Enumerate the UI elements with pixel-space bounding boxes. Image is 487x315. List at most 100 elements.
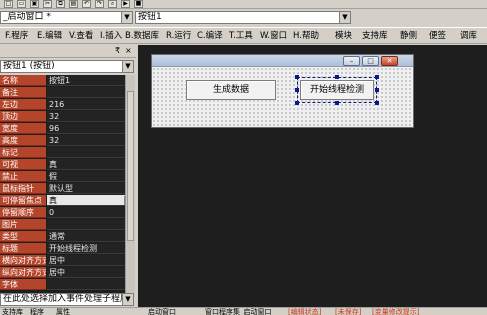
event-combo[interactable]: 在此处选择加入事件处理子程序 ▼ (0, 293, 134, 306)
menu-item[interactable]: 便签 (429, 31, 446, 41)
property-row[interactable]: 图片 (0, 219, 134, 230)
find-icon[interactable]: ⌕ (108, 0, 117, 8)
save-icon[interactable]: ▣ (30, 0, 39, 8)
close-icon[interactable]: × (125, 46, 132, 55)
pin-icon[interactable]: ₹ (115, 46, 120, 55)
property-key: 标题 (0, 243, 46, 254)
resize-handle[interactable] (295, 88, 299, 92)
menu-item[interactable]: 静侧 (400, 31, 417, 41)
resize-handle[interactable] (375, 75, 379, 79)
resize-handle[interactable] (375, 101, 379, 105)
property-value[interactable]: 默认型 (47, 183, 134, 194)
property-row[interactable]: 标记 (0, 147, 134, 158)
open-icon[interactable]: ▭ (17, 0, 26, 8)
property-row[interactable]: 高度 32 (0, 135, 134, 146)
stop-icon[interactable]: ■ (134, 0, 143, 8)
bottom-tab[interactable]: [编辑状态] (288, 308, 321, 315)
copy-icon[interactable]: ⧉ (56, 0, 65, 8)
property-row[interactable]: 横向对齐方式 居中 (0, 255, 134, 266)
control-combo[interactable]: 按钮1 ▼ (135, 11, 351, 24)
menu-item[interactable]: I.插入 (100, 31, 122, 41)
resize-handle[interactable] (295, 75, 299, 79)
property-row[interactable]: 标题 开始线程检测 (0, 243, 134, 254)
property-key: 宽度 (0, 123, 46, 134)
selection-box (297, 77, 377, 103)
resize-handle[interactable] (335, 101, 339, 105)
menu-item[interactable]: R.运行 (166, 31, 191, 41)
property-row[interactable]: 禁止假 (0, 171, 134, 182)
scrollbar-thumb[interactable] (127, 91, 134, 241)
property-value[interactable] (47, 147, 134, 158)
menu-item[interactable]: H.帮助 (293, 31, 319, 41)
property-row[interactable]: 左边 216 (0, 99, 134, 110)
property-row[interactable]: 可视真 (0, 159, 134, 170)
property-value[interactable]: 假 (47, 171, 134, 182)
property-value[interactable]: 居中 (47, 267, 134, 278)
chevron-down-icon[interactable]: ▼ (122, 294, 133, 305)
property-row[interactable]: 纵向对齐方式 居中 (0, 267, 134, 278)
new-icon[interactable]: □ (4, 0, 13, 8)
property-row[interactable]: 字体 (0, 279, 134, 290)
menu-item[interactable]: W.窗口 (260, 31, 287, 41)
property-row[interactable]: 备注 (0, 87, 134, 98)
property-row[interactable]: 鼠标指针 默认型 (0, 183, 134, 194)
menu-item[interactable]: B.数据库 (125, 31, 159, 41)
menu-item[interactable]: V.查看 (69, 31, 93, 41)
resize-handle[interactable] (295, 101, 299, 105)
resize-handle[interactable] (335, 75, 339, 79)
property-value[interactable]: 居中 (47, 255, 134, 266)
property-value[interactable] (47, 219, 134, 230)
close-icon[interactable]: ✕ (381, 56, 398, 66)
resize-handle[interactable] (375, 88, 379, 92)
property-value[interactable]: 真▼ (47, 195, 134, 206)
minimize-icon[interactable]: – (343, 56, 360, 66)
window-combo[interactable]: _启动窗口 * ▼ (0, 11, 133, 24)
property-value[interactable]: 216 (47, 99, 134, 110)
menu-item[interactable]: E.编辑 (37, 31, 62, 41)
property-row[interactable]: 可停留焦点真▼ (0, 195, 134, 206)
property-panel: ₹ × 按钮1 (按钮) ▼ 名称 按钮1 备注 左边 216 顶边 32 宽度 96 高度 32 标… (0, 45, 136, 307)
generate-data-button[interactable]: 生成数据 (186, 80, 276, 100)
maximize-icon[interactable]: □ (362, 56, 379, 66)
bottom-tab[interactable]: 启动窗口 (148, 308, 176, 315)
undo-icon[interactable]: ↶ (82, 0, 91, 8)
menu-item[interactable]: 调库 (460, 31, 477, 41)
property-row[interactable]: 顶边 32 (0, 111, 134, 122)
menu-item[interactable]: 模块 (335, 31, 352, 41)
bottom-tab[interactable]: 窗口程序集_启动窗口 (205, 308, 272, 315)
redo-icon[interactable]: ↷ (95, 0, 104, 8)
form-window[interactable]: – □ ✕ 生成数据 开始线程检测 (151, 54, 414, 128)
property-value[interactable] (47, 87, 134, 98)
property-value[interactable]: 通常 (47, 231, 134, 242)
paste-icon[interactable]: ▤ (69, 0, 78, 8)
bottom-tab[interactable]: 程序 (30, 308, 44, 315)
menu-item[interactable]: T.工具 (229, 31, 253, 41)
property-value[interactable]: 0 (47, 207, 134, 218)
property-value[interactable]: 开始线程检测 (47, 243, 134, 254)
menu-item[interactable]: C.编译 (197, 31, 223, 41)
form-canvas[interactable]: 生成数据 开始线程检测 (152, 67, 413, 127)
property-value[interactable]: 32 (47, 111, 134, 122)
property-value[interactable] (47, 279, 134, 290)
chevron-down-icon[interactable]: ▼ (121, 12, 132, 23)
run-icon[interactable]: ▶ (121, 0, 130, 8)
property-row[interactable]: 类型 通常 (0, 231, 134, 242)
object-combo[interactable]: 按钮1 (按钮) ▼ (0, 60, 134, 73)
menu-item[interactable]: F.程序 (5, 31, 28, 41)
menu-item[interactable]: 支持库 (362, 31, 388, 41)
property-value[interactable]: 真 (47, 159, 134, 170)
bottom-tab[interactable]: [未保存] (335, 308, 361, 315)
bottom-tab[interactable]: 支持库 (2, 308, 23, 315)
property-value[interactable]: 按钮1 (47, 75, 134, 86)
chevron-down-icon[interactable]: ▼ (339, 12, 350, 23)
property-row[interactable]: 停留顺序 0 (0, 207, 134, 218)
property-value[interactable]: 96 (47, 123, 134, 134)
cut-icon[interactable]: ✂ (43, 0, 52, 8)
property-value[interactable]: 32 (47, 135, 134, 146)
bottom-tab[interactable]: [变量修改提示] (372, 308, 419, 315)
chevron-down-icon[interactable]: ▼ (122, 61, 133, 72)
bottom-tab[interactable]: 属性 (56, 308, 70, 315)
property-row[interactable]: 名称 按钮1 (0, 75, 134, 86)
property-scrollbar[interactable] (125, 75, 135, 297)
property-row[interactable]: 宽度 96 (0, 123, 134, 134)
